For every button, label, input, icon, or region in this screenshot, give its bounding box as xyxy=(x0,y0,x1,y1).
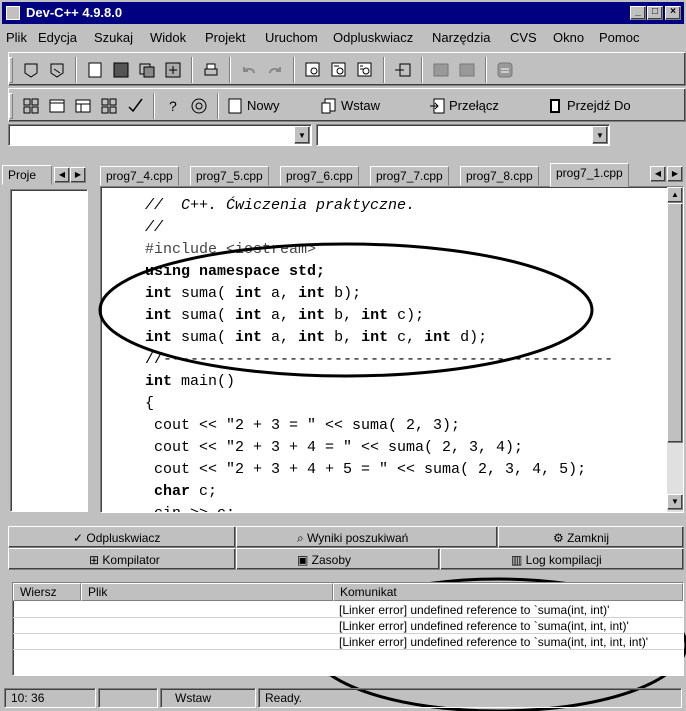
tab-compiler[interactable]: ⊞ Kompilator xyxy=(8,548,236,570)
cell-message: [Linker error] undefined reference to `s… xyxy=(339,603,610,617)
tab-compile-log[interactable]: ▥ Log kompilacji xyxy=(440,548,684,570)
table-row[interactable]: [Linker error] undefined reference to `s… xyxy=(13,603,683,618)
tab-resources-label: Zasoby xyxy=(311,553,352,567)
compiler-icon: ⊞ xyxy=(89,553,103,567)
column-header-file[interactable]: Plik xyxy=(81,583,333,601)
compiler-messages-table[interactable]: Wiersz Plik Komunikat [Linker error] und… xyxy=(12,582,684,676)
status-cursor-position: 10: 36 xyxy=(4,688,96,708)
tab-search-results-label: Wyniki poszukiwań xyxy=(307,531,409,545)
tab-debugger[interactable]: ✓ Odpluskwiacz xyxy=(8,526,236,548)
debugger-check-icon: ✓ xyxy=(73,531,87,545)
tab-debugger-label: Odpluskwiacz xyxy=(86,531,161,545)
tab-compile-log-label: Log kompilacji xyxy=(525,553,602,567)
tab-compiler-label: Kompilator xyxy=(102,553,160,567)
table-row[interactable]: [Linker error] undefined reference to `s… xyxy=(13,635,683,650)
status-message: Ready. xyxy=(258,688,682,708)
tab-prog7-1[interactable]: prog7_1.cpp xyxy=(550,163,629,187)
table-row[interactable]: [Linker error] undefined reference to `s… xyxy=(13,619,683,634)
annotation-ellipse-code xyxy=(98,242,594,378)
cell-message: [Linker error] undefined reference to `s… xyxy=(339,619,629,633)
search-results-icon: ⌕ xyxy=(297,531,308,545)
compile-log-icon: ▥ xyxy=(511,553,526,567)
column-header-line[interactable]: Wiersz xyxy=(13,583,81,601)
status-empty xyxy=(98,688,158,708)
status-insert-mode: Wstaw xyxy=(160,688,256,708)
tab-resources[interactable]: ▣ Zasoby xyxy=(236,548,440,570)
cell-message: [Linker error] undefined reference to `s… xyxy=(339,635,649,649)
resources-icon: ▣ xyxy=(297,553,312,567)
tab-close-label: Zamknij xyxy=(567,531,610,545)
tab-close[interactable]: ⚙ Zamknij xyxy=(498,526,684,548)
close-gear-icon: ⚙ xyxy=(553,531,568,545)
tab-search-results[interactable]: ⌕ Wyniki poszukiwań xyxy=(236,526,498,548)
column-header-message[interactable]: Komunikat xyxy=(333,583,683,601)
